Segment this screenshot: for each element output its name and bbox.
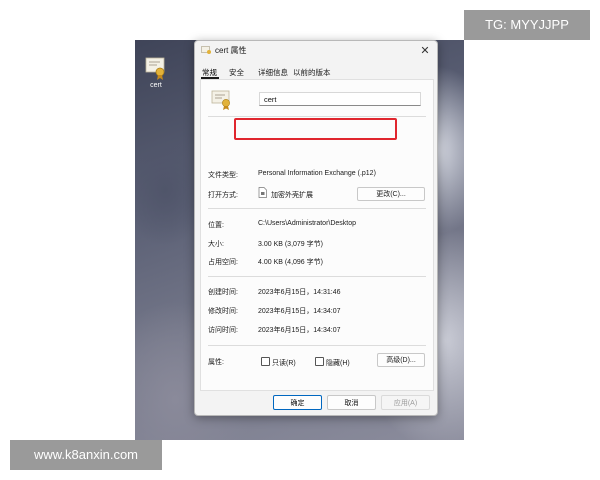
apply-button[interactable]: 应用(A)	[381, 395, 430, 410]
tab-security[interactable]: 安全	[229, 67, 244, 78]
checkbox-icon	[315, 357, 324, 366]
divider	[208, 208, 426, 209]
location-value: C:\Users\Administrator\Desktop	[258, 220, 357, 227]
watermark-top: TG: MYYJJPP	[464, 10, 590, 40]
file-type-value: Personal Information Exchange (.p12)	[258, 170, 376, 177]
readonly-label: 只读(R)	[272, 360, 296, 367]
certificate-small-icon	[201, 46, 211, 54]
divider	[208, 345, 426, 346]
opens-with-label: 打开方式:	[208, 192, 238, 199]
accessed-label: 访问时间:	[208, 327, 238, 334]
close-button[interactable]: ✕	[417, 43, 433, 59]
certificate-file-icon	[211, 90, 230, 110]
cancel-button[interactable]: 取消	[327, 395, 376, 410]
hidden-checkbox[interactable]: 隐藏(H)	[315, 357, 350, 368]
desktop-file-cert[interactable]: cert	[141, 55, 171, 95]
close-icon: ✕	[420, 45, 430, 57]
modified-value: 2023年6月15日，14:34:07	[258, 308, 341, 315]
divider	[208, 116, 426, 117]
tab-details[interactable]: 详细信息	[258, 67, 288, 78]
size-value: 3.00 KB (3,079 字节)	[258, 241, 323, 248]
checkbox-icon	[261, 357, 270, 366]
encryption-shell-icon	[258, 187, 267, 198]
readonly-checkbox[interactable]: 只读(R)	[261, 357, 296, 368]
file-type-highlight-box	[234, 118, 397, 140]
dialog-title: cert 属性	[215, 46, 247, 55]
size-on-disk-label: 占用空间:	[208, 259, 238, 266]
watermark-bottom: www.k8anxin.com	[10, 440, 162, 470]
opens-with-value: 加密外壳扩展	[271, 192, 313, 199]
certificate-icon	[145, 57, 165, 80]
desktop-file-label: cert	[150, 82, 162, 89]
properties-dialog: cert 属性 ✕ 常规 安全 详细信息 以前的版本 cert 文件类型: Pe…	[194, 40, 438, 416]
ok-button[interactable]: 确定	[273, 395, 322, 410]
location-label: 位置:	[208, 222, 224, 229]
divider	[208, 276, 426, 277]
attributes-label: 属性:	[208, 359, 224, 366]
size-on-disk-value: 4.00 KB (4,096 字节)	[258, 259, 323, 266]
change-button[interactable]: 更改(C)...	[357, 187, 425, 201]
advanced-button[interactable]: 高级(D)...	[377, 353, 425, 367]
title-bar[interactable]: cert 属性 ✕	[195, 41, 437, 61]
tab-previous-versions[interactable]: 以前的版本	[293, 67, 331, 78]
accessed-value: 2023年6月15日，14:34:07	[258, 327, 341, 334]
tab-bar: 常规 安全 详细信息 以前的版本	[195, 61, 437, 79]
file-type-label: 文件类型:	[208, 172, 238, 179]
hidden-label: 隐藏(H)	[326, 360, 350, 367]
modified-label: 修改时间:	[208, 308, 238, 315]
file-name-input[interactable]: cert	[259, 92, 421, 106]
size-label: 大小:	[208, 241, 224, 248]
created-label: 创建时间:	[208, 289, 238, 296]
created-value: 2023年6月15日，14:31:46	[258, 289, 341, 296]
